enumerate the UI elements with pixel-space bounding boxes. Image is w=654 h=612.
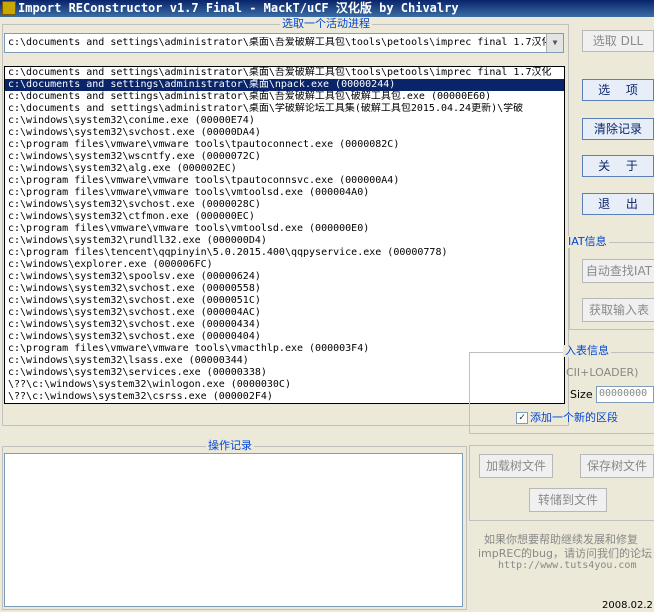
title-bar: Import REConstructor v1.7 Final - MackT/… — [0, 0, 654, 17]
process-list-item[interactable]: c:\documents and settings\administrator\… — [5, 79, 564, 91]
select-dll-button[interactable]: 选取 DLL — [582, 30, 654, 52]
log-group-label: 操作记录 — [206, 439, 254, 452]
process-list-item[interactable]: c:\windows\system32\svchost.exe (00000DA… — [5, 127, 564, 139]
process-list-item[interactable]: c:\windows\system32\svchost.exe (0000028… — [5, 199, 564, 211]
chevron-down-icon[interactable]: ▼ — [546, 34, 563, 52]
process-list-item[interactable]: c:\windows\system32\svchost.exe (0000051… — [5, 295, 564, 307]
process-list-item[interactable]: c:\windows\system32\svchost.exe (0000055… — [5, 283, 564, 295]
process-list-item[interactable]: c:\windows\system32\alg.exe (000002EC) — [5, 163, 564, 175]
process-list-item[interactable]: c:\documents and settings\administrator\… — [5, 103, 564, 115]
process-combobox-value: c:\documents and settings\administrator\… — [8, 37, 546, 48]
process-list-item[interactable]: c:\program files\tencent\qqpinyin\5.0.20… — [5, 247, 564, 259]
load-tree-button[interactable]: 加载树文件 — [479, 454, 553, 478]
process-combobox[interactable]: c:\documents and settings\administrator\… — [4, 33, 564, 53]
size-label: Size — [570, 388, 593, 401]
get-imports-button[interactable]: 获取输入表 — [582, 298, 654, 322]
process-list-item[interactable]: c:\windows\system32\conime.exe (00000E74… — [5, 115, 564, 127]
import-group-label: 入表信息 — [563, 344, 611, 357]
import-mode-text: CII+LOADER) — [566, 366, 639, 379]
clear-log-button[interactable]: 清除记录 — [582, 118, 654, 140]
process-list-item[interactable]: c:\program files\vmware\vmware tools\tpa… — [5, 175, 564, 187]
process-list-item[interactable]: c:\program files\vmware\vmware tools\vmt… — [5, 187, 564, 199]
help-line-1: 如果你想要帮助继续发展和修复 — [484, 533, 638, 546]
dump-to-file-button[interactable]: 转储到文件 — [529, 488, 607, 512]
process-list-item[interactable]: c:\windows\system32\svchost.exe (0000043… — [5, 319, 564, 331]
process-list-item[interactable]: c:\windows\system32\spoolsv.exe (0000062… — [5, 271, 564, 283]
help-url[interactable]: http://www.tuts4you.com — [498, 560, 636, 572]
save-tree-button[interactable]: 保存树文件 — [580, 454, 654, 478]
about-button[interactable]: 关 于 — [582, 155, 654, 177]
size-input[interactable]: 00000000 — [596, 386, 654, 403]
exit-button[interactable]: 退 出 — [582, 193, 654, 215]
add-section-label[interactable]: 添加一个新的区段 — [530, 412, 618, 424]
process-list-item[interactable]: c:\windows\system32\svchost.exe (0000040… — [5, 331, 564, 343]
process-list-item[interactable]: c:\windows\explorer.exe (000006FC) — [5, 259, 564, 271]
help-line-2: impREC的bug，请访问我们的论坛 — [478, 547, 652, 560]
process-list-item[interactable]: c:\documents and settings\administrator\… — [5, 67, 564, 79]
process-list-item[interactable]: c:\program files\vmware\vmware tools\vmt… — [5, 223, 564, 235]
process-group-label: 选取一个活动进程 — [280, 17, 372, 30]
options-button[interactable]: 选 项 — [582, 79, 654, 101]
log-textarea[interactable] — [4, 453, 463, 607]
add-section-checkbox[interactable]: ✓ — [516, 412, 528, 424]
process-list-item[interactable]: c:\documents and settings\administrator\… — [5, 91, 564, 103]
process-list-item[interactable]: c:\windows\system32\svchost.exe (000004A… — [5, 307, 564, 319]
app-icon — [2, 1, 16, 15]
process-list-item[interactable]: c:\windows\system32\ctfmon.exe (000000EC… — [5, 211, 564, 223]
status-date: 2008.02.2 — [602, 600, 653, 611]
process-list-item[interactable]: c:\windows\system32\wscntfy.exe (0000072… — [5, 151, 564, 163]
process-list-item[interactable]: c:\program files\vmware\vmware tools\tpa… — [5, 139, 564, 151]
window-title: Import REConstructor v1.7 Final - MackT/… — [18, 1, 459, 15]
auto-iat-button[interactable]: 自动查找IAT — [582, 259, 654, 283]
iat-group-label: IAT信息 — [566, 235, 609, 248]
process-list-item[interactable]: c:\windows\system32\rundll32.exe (000000… — [5, 235, 564, 247]
